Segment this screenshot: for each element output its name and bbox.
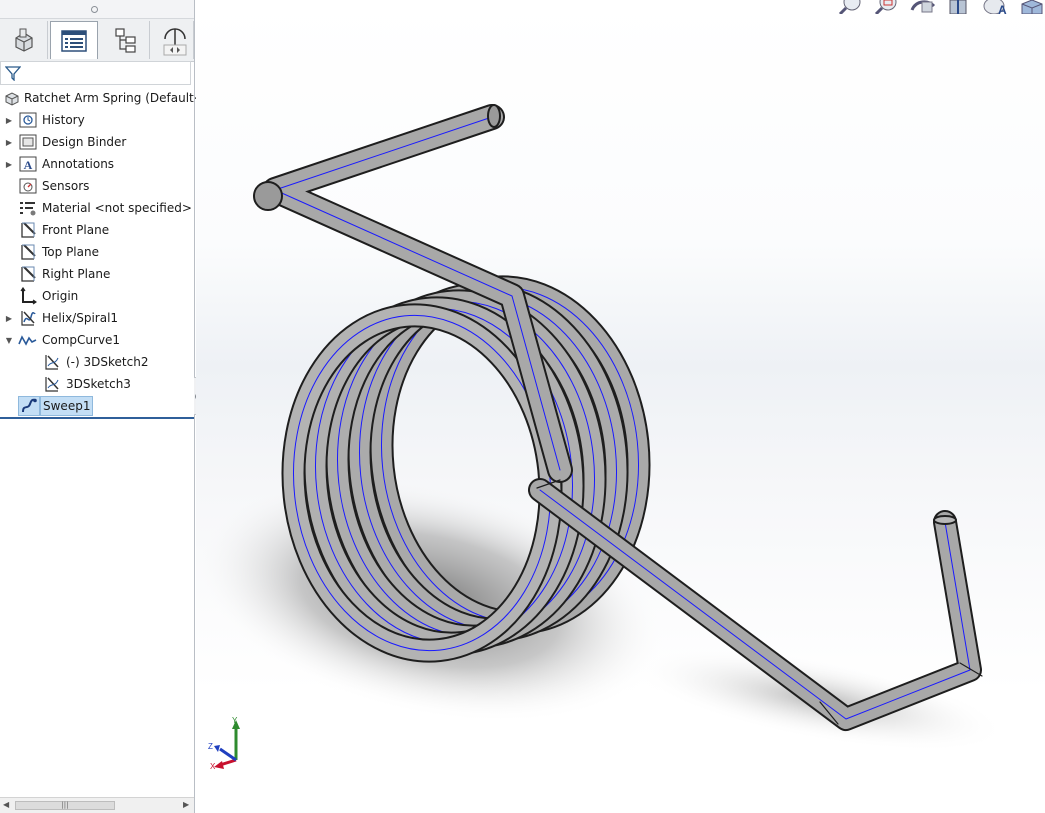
tree-item-front-plane[interactable]: Front Plane <box>18 219 109 241</box>
svg-text:A: A <box>24 158 33 172</box>
torsion-spring-model[interactable] <box>196 0 1045 813</box>
scroll-left-icon[interactable]: ◀ <box>3 800 9 809</box>
design-binder-icon <box>18 133 38 151</box>
triad-x-label: X <box>210 762 216 770</box>
scroll-thumb[interactable]: ||| <box>15 801 115 810</box>
manager-tabs <box>0 19 194 62</box>
tree-item-label: Sensors <box>42 179 90 193</box>
feature-manager-tree-icon <box>14 28 33 52</box>
tree-root-label: Ratchet Arm Spring (Default<<D <box>24 91 224 105</box>
tree-item-origin[interactable]: Origin <box>18 285 78 307</box>
tree-item-design-binder[interactable]: ▶ Design Binder <box>4 131 126 153</box>
sensors-icon <box>18 177 38 195</box>
tree-item-label: Front Plane <box>42 223 110 237</box>
tree-item-helix-spiral1[interactable]: ▶ Helix/Spiral1 <box>4 307 118 329</box>
material-icon <box>18 199 38 217</box>
tree-item-annotations[interactable]: ▶ A Annotations <box>4 153 114 175</box>
tree-item-label: Origin <box>42 289 79 303</box>
tree-item-top-plane[interactable]: Top Plane <box>18 241 99 263</box>
reference-triad: Y Z X <box>208 716 240 770</box>
funnel-filter-icon[interactable] <box>5 65 21 81</box>
annotations-icon: A <box>18 155 38 173</box>
tree-item-label: Annotations <box>42 157 115 171</box>
collapse-arrow-icon[interactable]: ▼ <box>4 335 14 345</box>
tree-item-label: Right Plane <box>42 267 111 281</box>
tab-configuration-manager[interactable] <box>102 21 150 59</box>
plane-icon <box>18 243 38 261</box>
rollback-bar[interactable] <box>0 417 194 419</box>
tab-property-manager[interactable] <box>50 21 98 59</box>
composite-curve-icon <box>18 331 38 349</box>
panel-grip[interactable] <box>0 0 194 19</box>
configuration-manager-icon <box>114 28 136 53</box>
tree-item-material[interactable]: Material <not specified> <box>18 197 192 219</box>
tree-root-part[interactable]: Ratchet Arm Spring (Default<<D <box>2 87 223 109</box>
property-manager-icon <box>61 29 87 52</box>
scroll-right-icon[interactable]: ▶ <box>183 800 189 809</box>
dimxpert-manager-icon <box>163 28 186 56</box>
tree-item-label: History <box>42 113 85 127</box>
sketch3d-icon <box>42 375 62 393</box>
triad-z-label: Z <box>208 742 213 751</box>
sketch3d-icon <box>42 353 62 371</box>
tree-item-compcurve1[interactable]: ▼ CompCurve1 <box>4 329 120 351</box>
expand-arrow-icon[interactable]: ▶ <box>4 313 14 323</box>
helix-icon <box>18 309 38 327</box>
tree-item-label: Helix/Spiral1 <box>42 311 119 325</box>
tree-item-right-plane[interactable]: Right Plane <box>18 263 110 285</box>
part-icon <box>2 89 22 107</box>
expand-arrow-icon[interactable]: ▶ <box>4 115 14 125</box>
plane-icon <box>18 221 38 239</box>
expand-arrow-icon[interactable]: ▶ <box>4 137 14 147</box>
tree-item-label: Sweep1 <box>40 396 94 416</box>
triad-y-label: Y <box>232 716 238 725</box>
history-folder-icon <box>18 111 38 129</box>
tree-item-label: Top Plane <box>42 245 99 259</box>
tree-item-label: Material <not specified> <box>42 201 192 215</box>
tree-item-sweep1[interactable]: Sweep1 <box>18 395 94 417</box>
graphics-area[interactable]: A Y Z X <box>196 0 1045 813</box>
tree-item-label: CompCurve1 <box>42 333 121 347</box>
expand-arrow-icon[interactable]: ▶ <box>4 159 14 169</box>
horizontal-scrollbar[interactable]: ◀ ||| ▶ <box>0 797 194 813</box>
tree-item-label: (-) 3DSketch2 <box>66 355 149 369</box>
origin-icon <box>18 287 38 305</box>
tree-item-history[interactable]: ▶ History <box>4 109 85 131</box>
sweep-icon <box>18 396 40 416</box>
tab-feature-manager[interactable] <box>0 21 48 59</box>
tab-dimxpert-manager[interactable] <box>154 21 194 59</box>
feature-manager-panel: Ratchet Arm Spring (Default<<D ▶ History… <box>0 0 223 813</box>
tree-item-sensors[interactable]: Sensors <box>18 175 89 197</box>
tree-item-label: 3DSketch3 <box>66 377 131 391</box>
tree-item-3dsketch3[interactable]: 3DSketch3 <box>42 373 131 395</box>
tree-item-label: Design Binder <box>42 135 127 149</box>
tree-item-3dsketch2[interactable]: (-) 3DSketch2 <box>42 351 148 373</box>
tree-filter-bar[interactable] <box>0 61 191 85</box>
plane-icon <box>18 265 38 283</box>
